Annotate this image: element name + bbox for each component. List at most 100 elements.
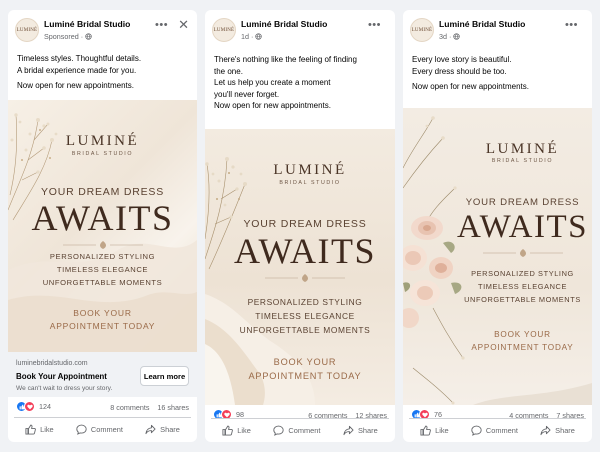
avatar-text: LUMINÉ bbox=[16, 27, 38, 33]
creative-headline: AWAITS bbox=[456, 209, 588, 245]
post-actions: Like Comment Share bbox=[409, 418, 586, 442]
caption-line: Now open for new appointments. bbox=[214, 101, 331, 111]
comment-icon bbox=[273, 425, 285, 436]
share-button[interactable]: Share bbox=[145, 424, 180, 435]
benefit-line: PERSONALIZED STYLING bbox=[247, 297, 363, 307]
creative-kicker: YOUR DREAM DRESS bbox=[465, 197, 580, 208]
shares-count[interactable]: 16 shares bbox=[157, 403, 189, 412]
page-avatar[interactable]: LUMINÉ bbox=[15, 18, 39, 42]
sponsored-label: Sponsored · bbox=[44, 32, 86, 41]
learn-more-button[interactable]: Learn more bbox=[140, 366, 189, 386]
reactions-summary[interactable]: 124 bbox=[16, 401, 51, 412]
caption-line: There's nothing like the feeling of find… bbox=[214, 55, 357, 64]
benefit-line: TIMELESS ELEGANCE bbox=[477, 282, 568, 291]
more-options-icon[interactable]: ••• bbox=[155, 20, 168, 31]
share-icon bbox=[145, 424, 156, 435]
brand-logo-text: LUMINÉ bbox=[485, 141, 560, 157]
share-button[interactable]: Share bbox=[343, 425, 378, 436]
page-avatar[interactable]: LUMINÉ bbox=[410, 18, 434, 42]
page-name-link[interactable]: Luminé Bridal Studio bbox=[241, 19, 327, 29]
ad-post-3: LUMINÉ Luminé Bridal Studio 3d · ••• Eve… bbox=[403, 10, 592, 442]
creative-cta-line: APPOINTMENT TODAY bbox=[49, 321, 156, 331]
like-label: Like bbox=[435, 426, 449, 435]
post-meta: 3d · bbox=[439, 32, 461, 41]
creative-cta-line: BOOK YOUR bbox=[494, 330, 551, 339]
post-meta: Sponsored · bbox=[44, 32, 92, 41]
ad-post-1: LUMINÉ Luminé Bridal Studio Sponsored · … bbox=[8, 10, 197, 442]
share-label: Share bbox=[357, 426, 378, 435]
engagement-counts: 8 comments 16 shares bbox=[110, 403, 189, 412]
benefit-line: UNFORGETTABLE MOMENTS bbox=[239, 325, 371, 335]
post-caption: Every love story is beautiful. Every dre… bbox=[412, 54, 529, 93]
close-icon[interactable]: ✕ bbox=[178, 18, 189, 31]
post-actions: Like Comment Share bbox=[211, 418, 389, 442]
caption-line: Now open for new appointments. bbox=[17, 81, 134, 91]
benefit-line: UNFORGETTABLE MOMENTS bbox=[464, 295, 581, 304]
caption-line: you'll never forget. bbox=[214, 89, 280, 99]
header-actions: ••• ✕ bbox=[155, 18, 189, 31]
like-label: Like bbox=[237, 426, 251, 435]
more-options-icon[interactable]: ••• bbox=[565, 20, 578, 31]
like-button[interactable]: Like bbox=[222, 425, 251, 436]
creative-headline: AWAITS bbox=[233, 231, 377, 271]
benefit-line: PERSONALIZED STYLING bbox=[49, 252, 156, 261]
share-button[interactable]: Share bbox=[540, 425, 575, 436]
link-preview[interactable]: luminebridalstudio.com Book Your Appoint… bbox=[8, 352, 197, 397]
caption-line: Let us help you create a moment bbox=[214, 78, 331, 88]
share-label: Share bbox=[160, 425, 180, 434]
post-header: LUMINÉ Luminé Bridal Studio 1d · ••• bbox=[205, 10, 395, 50]
link-description: We can't wait to dress your story. bbox=[16, 385, 113, 392]
brand-logo-text: LUMINÉ bbox=[273, 162, 347, 178]
comment-button[interactable]: Comment bbox=[471, 425, 518, 436]
comment-button[interactable]: Comment bbox=[273, 425, 320, 436]
like-button[interactable]: Like bbox=[25, 424, 54, 435]
creative-cta-line: BOOK YOUR bbox=[273, 357, 337, 367]
post-time: 1d · bbox=[241, 32, 256, 41]
page-name-link[interactable]: Luminé Bridal Studio bbox=[439, 19, 525, 29]
creative-cta-line: APPOINTMENT TODAY bbox=[471, 343, 574, 352]
thumbs-up-icon bbox=[25, 424, 36, 435]
benefit-line: UNFORGETTABLE MOMENTS bbox=[42, 278, 163, 287]
like-button[interactable]: Like bbox=[420, 425, 449, 436]
like-label: Like bbox=[40, 425, 54, 434]
brand-subtitle: BRIDAL STUDIO bbox=[71, 151, 134, 157]
benefit-line: TIMELESS ELEGANCE bbox=[56, 265, 149, 274]
share-icon bbox=[540, 425, 551, 436]
ad-creative-image[interactable]: LUMINÉ BRIDAL STUDIO YOUR DREAM DRESS AW… bbox=[8, 100, 197, 352]
comment-button[interactable]: Comment bbox=[76, 424, 123, 435]
leaf-divider-icon bbox=[265, 274, 345, 282]
post-meta: 1d · bbox=[241, 32, 263, 41]
share-icon bbox=[343, 425, 354, 436]
leaf-divider-icon bbox=[62, 241, 143, 249]
thumbs-up-icon bbox=[420, 425, 431, 436]
caption-line: Every love story is beautiful. bbox=[412, 55, 512, 64]
page-name-link[interactable]: Luminé Bridal Studio bbox=[44, 19, 130, 29]
avatar-text: LUMINÉ bbox=[213, 27, 235, 33]
caption-line: Timeless styles. Thoughtful details. bbox=[17, 54, 142, 63]
avatar-text: LUMINÉ bbox=[411, 27, 433, 33]
comments-count[interactable]: 8 comments bbox=[110, 403, 149, 412]
header-actions: ••• bbox=[368, 20, 381, 31]
more-options-icon[interactable]: ••• bbox=[368, 20, 381, 31]
ad-post-2: LUMINÉ Luminé Bridal Studio 1d · ••• The… bbox=[205, 10, 395, 442]
post-stats: 124 8 comments 16 shares bbox=[8, 397, 197, 417]
brand-subtitle: BRIDAL STUDIO bbox=[279, 180, 341, 186]
comment-label: Comment bbox=[288, 426, 321, 435]
page-avatar[interactable]: LUMINÉ bbox=[212, 18, 236, 42]
header-actions: ••• bbox=[565, 20, 578, 31]
comment-icon bbox=[471, 425, 482, 436]
brand-logo-text: LUMINÉ bbox=[65, 133, 140, 149]
caption-line: the one. bbox=[214, 66, 243, 76]
globe-icon bbox=[85, 33, 92, 40]
post-caption: Timeless styles. Thoughtful details. A b… bbox=[17, 53, 141, 92]
brand-subtitle: BRIDAL STUDIO bbox=[491, 158, 554, 164]
love-reaction-icon bbox=[24, 401, 35, 412]
post-header: LUMINÉ Luminé Bridal Studio 3d · ••• bbox=[403, 10, 592, 50]
caption-line: Every dress should be too. bbox=[412, 66, 507, 76]
comment-label: Comment bbox=[90, 425, 123, 434]
ad-creative-image[interactable]: LUMINÉ BRIDAL STUDIO YOUR DREAM DRESS AW… bbox=[205, 129, 395, 405]
post-header: LUMINÉ Luminé Bridal Studio Sponsored · … bbox=[8, 10, 197, 50]
ad-creative-image[interactable]: LUMINÉ BRIDAL STUDIO YOUR DREAM DRESS AW… bbox=[403, 108, 592, 405]
creative-kicker: YOUR DREAM DRESS bbox=[40, 186, 165, 198]
caption-line: A bridal experience made for you. bbox=[17, 65, 137, 75]
